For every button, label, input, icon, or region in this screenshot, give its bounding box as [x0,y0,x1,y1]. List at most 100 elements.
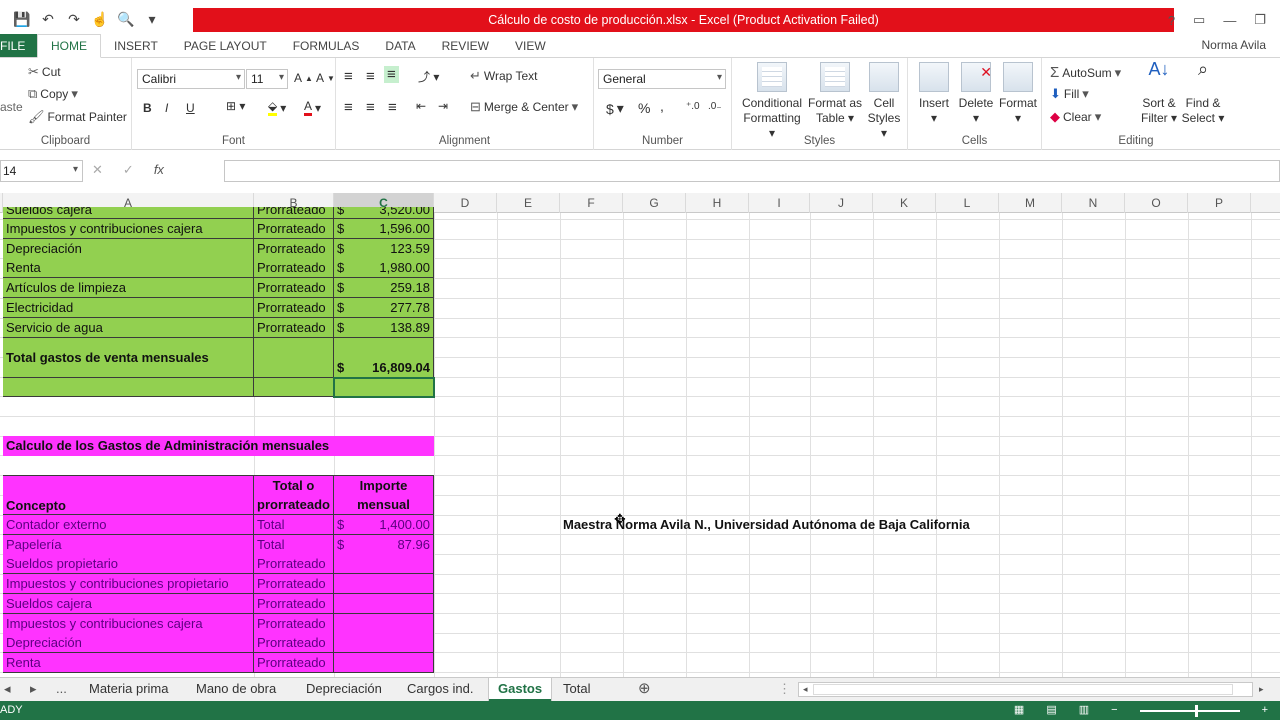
cell-styles-button[interactable]: Cell Styles ▾ [864,62,904,141]
save-icon[interactable]: 💾 [12,11,32,28]
sheet-tab-gastos[interactable]: Gastos [489,678,552,701]
admin-row-concept[interactable]: Papelería [3,534,254,555]
horizontal-scrollbar[interactable] [798,682,1253,697]
admin-row-type[interactable]: Prorrateado [254,554,334,575]
delete-cells-button[interactable]: Delete▾ [956,62,996,126]
sheet-tab-total[interactable]: Total [554,678,599,701]
minimize-button[interactable]: — [1223,13,1236,28]
cancel-icon[interactable]: ✕ [92,162,103,178]
column-header-q[interactable] [1251,193,1280,213]
admin-row-concept[interactable]: Impuestos y contribuciones propietario [3,574,254,595]
sales-row-amount[interactable]: $123.59 [334,238,434,259]
align-middle-icon[interactable]: ≡ [366,68,375,85]
autosum-button[interactable]: Σ AutoSum ▾ [1050,64,1121,81]
sales-row-amount[interactable]: $1,980.00 [334,258,434,279]
worksheet-grid[interactable]: A B C D E F G H I J K L M N O P Sueldos … [0,193,1280,677]
scroll-left-arrow-icon[interactable]: ◂ [803,678,808,700]
print-preview-icon[interactable]: 🔍 [116,11,136,28]
sheet-tab-mano-de-obra[interactable]: Mano de obra [187,678,285,701]
align-center-icon[interactable]: ≡ [366,99,375,116]
active-cell-selection[interactable] [333,377,435,398]
column-header-e[interactable]: E [497,193,560,213]
sales-row-type[interactable]: Prorrateado [254,278,334,299]
touch-mode-icon[interactable]: ☝ [90,11,110,28]
admin-row-type[interactable]: Prorrateado [254,593,334,614]
header-type[interactable]: Total o prorrateado [254,475,334,515]
column-header-i[interactable]: I [749,193,810,213]
grow-font-icon[interactable]: A ▲ [294,71,313,85]
insert-cells-button[interactable]: Insert ▾ [914,62,954,126]
admin-row-type[interactable]: Prorrateado [254,574,334,595]
sales-row-amount[interactable]: $277.78 [334,297,434,318]
zoom-in-icon[interactable]: + [1262,701,1268,720]
fill-color-icon[interactable]: ⬙ ▾ [268,99,286,116]
sheet-tab-depreciacion[interactable]: Depreciación [297,678,391,701]
admin-row-concept[interactable]: Depreciación [3,633,254,654]
format-painter-button[interactable]: 🖌 Format Painter [28,109,127,125]
cell-c-sueldos-cajera[interactable]: $3,520.00 [334,207,434,219]
user-name[interactable]: Norma Avila [1202,38,1266,52]
add-sheet-icon[interactable]: ⊕ [638,678,651,700]
admin-row-amount[interactable] [334,574,434,595]
scrollbar-thumb[interactable] [813,684,1233,695]
cell-total-type[interactable] [254,338,334,378]
cell-empty-a[interactable] [3,378,254,397]
sales-row-concept[interactable]: Depreciación [3,238,254,259]
sales-row-concept[interactable]: Artículos de limpieza [3,278,254,299]
cell-empty-b[interactable] [254,378,334,397]
align-right-icon[interactable]: ≡ [388,99,397,116]
sales-row-concept[interactable]: Electricidad [3,297,254,318]
admin-row-type[interactable]: Total [254,515,334,535]
cut-button[interactable]: ✂ Cut [28,64,61,80]
sales-row-type[interactable]: Prorrateado [254,317,334,338]
format-cells-button[interactable]: Format ▾ [998,62,1038,126]
format-as-table-button[interactable]: Format as Table ▾ [808,62,862,126]
page-layout-view-icon[interactable]: ▤ [1046,701,1056,720]
column-header-d[interactable]: D [434,193,497,213]
help-button[interactable]: ? [1168,13,1175,28]
header-amount[interactable]: Importe mensual [334,475,434,515]
tab-data[interactable]: DATA [372,34,428,57]
admin-row-concept[interactable]: Contador externo [3,515,254,535]
sales-row-concept[interactable]: Renta [3,258,254,279]
admin-row-amount[interactable] [334,554,434,575]
decrease-decimal-icon[interactable]: .0₋ [708,101,722,112]
sheet-tab-cargos-ind[interactable]: Cargos ind. [398,678,482,701]
sales-row-concept[interactable]: Impuestos y contribuciones cajera [3,219,254,239]
copy-button[interactable]: ⧉ Copy ▾ [28,86,78,102]
tab-split-handle[interactable]: ⋮ [778,678,791,700]
admin-row-type[interactable]: Total [254,534,334,555]
cell-b-sueldos-cajera[interactable]: Prorrateado [254,207,334,219]
column-header-l[interactable]: L [936,193,999,213]
comma-button[interactable]: , [660,98,664,114]
column-header-g[interactable]: G [623,193,686,213]
column-header-f[interactable]: F [560,193,623,213]
zoom-slider[interactable] [1139,704,1240,717]
sales-row-type[interactable]: Prorrateado [254,297,334,318]
column-header-h[interactable]: H [686,193,749,213]
currency-button[interactable]: $ ▾ [606,100,624,117]
orientation-icon[interactable]: ⤴ ▾ [418,68,439,85]
font-size-dropdown[interactable]: 11 [246,69,288,89]
admin-row-concept[interactable]: Sueldos cajera [3,593,254,614]
cell-total-amount[interactable]: $16,809.04 [334,338,434,378]
admin-row-amount[interactable] [334,613,434,634]
column-header-p[interactable]: P [1188,193,1251,213]
insert-function-icon[interactable]: fx [154,162,164,178]
admin-row-amount[interactable]: $87.96 [334,534,434,555]
restore-button[interactable]: ❐ [1254,12,1266,28]
tab-review[interactable]: REVIEW [429,34,502,57]
ribbon-display-icon[interactable]: ▭ [1193,12,1205,28]
conditional-formatting-button[interactable]: Conditional Formatting ▾ [740,62,804,141]
sales-row-type[interactable]: Prorrateado [254,219,334,239]
admin-row-concept[interactable]: Sueldos propietario [3,554,254,575]
more-sheets-button[interactable]: ... [56,678,67,700]
admin-row-concept[interactable]: Impuestos y contribuciones cajera [3,613,254,634]
percent-button[interactable]: % [638,100,650,116]
scroll-left-icon[interactable]: ◂ [4,678,11,700]
decrease-indent-icon[interactable]: ⇤ [416,99,426,113]
increase-indent-icon[interactable]: ⇥ [438,99,448,113]
undo-icon[interactable]: ↶ [38,11,58,28]
admin-section-title[interactable]: Calculo de los Gastos de Administración … [3,436,434,456]
column-header-k[interactable]: K [873,193,936,213]
